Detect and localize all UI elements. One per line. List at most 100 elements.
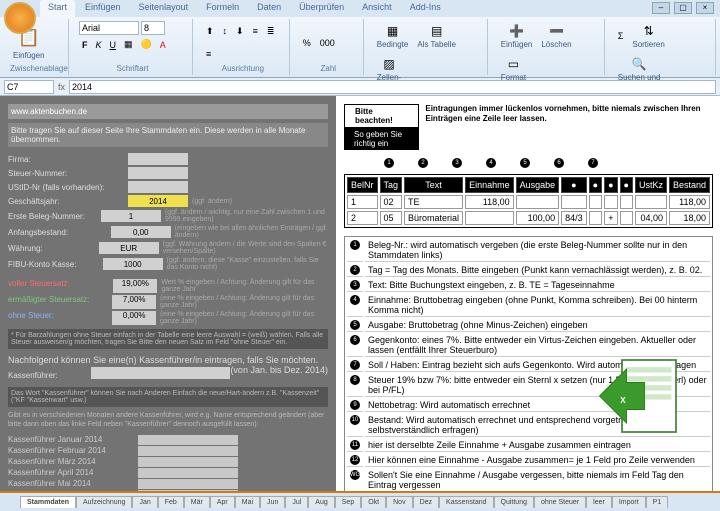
sheet-tab[interactable]: Mai	[235, 496, 260, 508]
tab-data[interactable]: Daten	[249, 0, 289, 17]
form-field[interactable]	[103, 258, 163, 270]
kf-input[interactable]	[91, 367, 230, 379]
tab-formulas[interactable]: Formeln	[198, 0, 247, 17]
fx-icon[interactable]: fx	[58, 82, 65, 92]
tab-addins[interactable]: Add-Ins	[402, 0, 449, 17]
align-left-icon[interactable]: ≡	[250, 24, 261, 38]
form-label: FIBU-Konto Kasse:	[8, 260, 103, 269]
instructions-text: Bitte tragen Sie auf dieser Seite Ihre S…	[8, 123, 328, 147]
formula-bar: fx	[0, 78, 720, 96]
cond-format-button[interactable]: ▦Bedingte	[374, 21, 412, 51]
italic-button[interactable]: K	[93, 38, 105, 52]
group-cells: ➕Einfügen ➖Löschen ▭Format Zellen	[492, 19, 605, 75]
sort-button[interactable]: ⇅Sortieren	[629, 21, 667, 51]
table-row[interactable]: 205Büromaterial100,0084/3+04,0018,00	[347, 211, 710, 225]
group-font: F K U ▦ 🟡 A Schriftart	[73, 19, 193, 75]
table-header: Einnahme	[465, 177, 514, 193]
form-field[interactable]	[128, 195, 188, 207]
form-field[interactable]	[128, 181, 188, 193]
sheet-tab[interactable]: Sep	[335, 496, 361, 508]
tab-layout[interactable]: Seitenlayout	[131, 0, 197, 17]
sheet-tab[interactable]: Apr	[210, 496, 235, 508]
align-mid-icon[interactable]: ↕	[220, 24, 231, 38]
form-field[interactable]	[101, 210, 161, 222]
kf-month-field[interactable]	[138, 490, 238, 491]
sheet-tab[interactable]: Jul	[285, 496, 308, 508]
form-field[interactable]	[128, 167, 188, 179]
table-icon: ▤	[429, 23, 445, 39]
sheet-tab[interactable]: Mär	[184, 496, 210, 508]
comma-icon[interactable]: 000	[317, 36, 338, 50]
underline-button[interactable]: U	[107, 38, 120, 52]
form-field[interactable]	[111, 226, 171, 238]
kf-month-label: Kassenführer Juni 2014	[8, 490, 138, 491]
autosum-button[interactable]: Σ	[615, 29, 627, 43]
kf-month-field[interactable]	[138, 457, 238, 467]
sheet-tab[interactable]: Kassenstand	[439, 496, 493, 508]
table-header: ●	[604, 177, 617, 193]
office-button[interactable]	[4, 2, 36, 34]
form-label: Währung:	[8, 244, 99, 253]
status-bar: StammdatenAufzeichnungJanFebMärAprMaiJun…	[0, 493, 720, 511]
tax-value[interactable]: 19,00%	[113, 279, 157, 293]
sheet-tab[interactable]: Stammdaten	[20, 496, 76, 508]
percent-icon[interactable]: %	[300, 36, 314, 50]
sheet-tab[interactable]: Feb	[158, 496, 184, 508]
kf-month-field[interactable]	[138, 435, 238, 445]
sheet-tab[interactable]: Aufzeichnung	[76, 496, 132, 508]
table-format-button[interactable]: ▤Als Tabelle	[414, 21, 459, 51]
sheet-tab[interactable]: P1	[646, 496, 669, 508]
font-size-select[interactable]	[141, 21, 165, 35]
sheet-tab[interactable]: Nov	[386, 496, 412, 508]
tax-value[interactable]: 0,00%	[112, 311, 156, 325]
sheet-tab[interactable]: Jun	[260, 496, 285, 508]
table-header: UstKz	[635, 177, 667, 193]
table-row[interactable]: 102TE118,00118,00	[347, 195, 710, 209]
align-center-icon[interactable]: ≣	[264, 24, 278, 39]
find-icon: 🔍	[631, 56, 647, 72]
tab-insert[interactable]: Einfügen	[77, 0, 129, 17]
explanation-row: 3Text: Bitte Buchungstext eingeben, z. B…	[347, 279, 710, 292]
font-color-button[interactable]: A	[157, 38, 169, 52]
tab-view[interactable]: Ansicht	[354, 0, 400, 17]
window-controls: – ▢ ×	[652, 2, 714, 14]
sheet-tab[interactable]: Aug	[308, 496, 334, 508]
tab-start[interactable]: Start	[40, 0, 75, 17]
sheet-tab[interactable]: ohne Steuer	[534, 496, 586, 508]
fill-color-button[interactable]: 🟡	[138, 37, 155, 52]
close-button[interactable]: ×	[696, 2, 714, 14]
sheet-tab[interactable]: Okt	[361, 496, 386, 508]
form-label: Steuer-Nummer:	[8, 169, 128, 178]
restore-button[interactable]: ▢	[674, 2, 692, 14]
sheet-tab[interactable]: Quittung	[494, 496, 534, 508]
kf-label: Kassenführer:	[8, 371, 91, 380]
kf-month-field[interactable]	[138, 446, 238, 456]
form-hint: (eingeben wie bei allen ähnlichen Einträ…	[175, 225, 328, 239]
border-button[interactable]: ▦	[121, 37, 136, 52]
minimize-button[interactable]: –	[652, 2, 670, 14]
formula-input[interactable]	[69, 80, 716, 94]
name-box[interactable]	[4, 80, 54, 94]
align-top-icon[interactable]: ⬆	[203, 24, 217, 39]
tax-value[interactable]: 7,00%	[112, 295, 156, 309]
form-label: UStID-Nr (falls vorhanden):	[8, 183, 128, 192]
form-field[interactable]	[128, 153, 188, 165]
tab-review[interactable]: Überprüfen	[291, 0, 352, 17]
kf-month-field[interactable]	[138, 479, 238, 489]
number-circle: 6	[554, 158, 564, 168]
align-right-icon[interactable]: ≡	[203, 47, 214, 61]
kf-month-label: Kassenführer Januar 2014	[8, 435, 138, 445]
form-label: Anfangsbestand:	[8, 228, 111, 237]
insert-cells-button[interactable]: ➕Einfügen	[498, 21, 536, 51]
sheet-tab[interactable]: leer	[586, 496, 612, 508]
align-bot-icon[interactable]: ⬇	[233, 24, 247, 39]
bold-button[interactable]: F	[79, 38, 91, 52]
sheet-tab[interactable]: Dez	[413, 496, 439, 508]
sheet-tab[interactable]: Jan	[132, 496, 157, 508]
kf-month-field[interactable]	[138, 468, 238, 478]
worksheet[interactable]: www.aktenbuchen.de Bitte tragen Sie auf …	[0, 96, 720, 491]
delete-cells-button[interactable]: ➖Löschen	[538, 21, 574, 51]
font-name-select[interactable]	[79, 21, 139, 35]
sheet-tab[interactable]: Import	[612, 496, 646, 508]
form-field[interactable]	[99, 242, 159, 254]
